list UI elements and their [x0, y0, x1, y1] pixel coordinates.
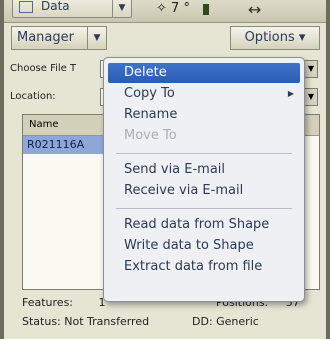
menu-item-label: Rename [124, 107, 178, 122]
features-line: Features: 1 [22, 296, 106, 309]
double-arrow-icon[interactable]: ↔ [248, 0, 261, 19]
satellite-count: 7 [171, 1, 180, 16]
menu-item-copy-to[interactable]: Copy To ▶ [108, 84, 300, 104]
menu-item-label: Send via E-mail [124, 162, 226, 177]
data-dropdown-label: Data [41, 0, 70, 13]
satellite-icon: ✧ [156, 1, 167, 16]
menu-item-delete[interactable]: Delete [108, 63, 300, 83]
satellite-status[interactable]: ✧ 7 ° [156, 1, 190, 16]
file-name: R021116A [27, 138, 85, 151]
menu-item-extract-file[interactable]: Extract data from file [108, 257, 300, 277]
data-icon [19, 1, 33, 13]
choose-file-label: Choose File T [10, 63, 77, 74]
manager-label: Manager [17, 30, 74, 45]
top-toolbar: Data ▼ ✧ 7 ° ↔ [4, 0, 326, 23]
manager-toolbar: Manager ▼ Options ▾ [4, 26, 326, 50]
menu-separator [116, 153, 292, 154]
menu-item-rename[interactable]: Rename [108, 105, 300, 125]
submenu-arrow-icon: ▶ [287, 89, 294, 98]
menu-item-label: Receive via E-mail [124, 183, 244, 198]
status-text: Status: Not Transferred [22, 315, 150, 328]
menu-item-label: Delete [124, 65, 167, 80]
menu-item-move-to: Move To [108, 126, 300, 146]
name-column-header: Name [29, 119, 59, 130]
location-dropdown[interactable]: ▼ [304, 88, 318, 106]
options-label: Options [244, 30, 295, 45]
choose-file-dropdown[interactable]: ▼ [304, 60, 318, 78]
menu-separator [116, 208, 292, 209]
menu-item-label: Read data from Shape [124, 217, 270, 232]
app-screen: Data ▼ ✧ 7 ° ↔ Manager ▼ Options ▾ Choos… [4, 0, 326, 339]
menu-item-label: Copy To [124, 86, 175, 101]
signal-icon: ° [183, 1, 190, 16]
dd-text: DD: Generic [192, 315, 259, 328]
chevron-down-icon: ▼ [112, 0, 131, 17]
menu-item-label: Move To [124, 128, 177, 143]
data-dropdown[interactable]: Data ▼ [12, 0, 132, 18]
menu-item-receive-email[interactable]: Receive via E-mail [108, 181, 300, 201]
menu-item-write-shape[interactable]: Write data to Shape [108, 236, 300, 256]
context-menu: Delete Copy To ▶ Rename Move To Send via… [103, 57, 305, 302]
location-label: Location: [10, 91, 56, 102]
menu-item-read-shape[interactable]: Read data from Shape [108, 215, 300, 235]
features-label: Features: [22, 296, 74, 309]
battery-icon[interactable] [203, 4, 211, 15]
manager-dropdown[interactable]: Manager ▼ [11, 26, 107, 50]
chevron-down-icon: ▼ [87, 27, 106, 49]
menu-item-label: Write data to Shape [124, 238, 254, 253]
options-button[interactable]: Options ▾ [230, 26, 320, 50]
menu-item-label: Extract data from file [124, 259, 263, 274]
menu-item-send-email[interactable]: Send via E-mail [108, 160, 300, 180]
